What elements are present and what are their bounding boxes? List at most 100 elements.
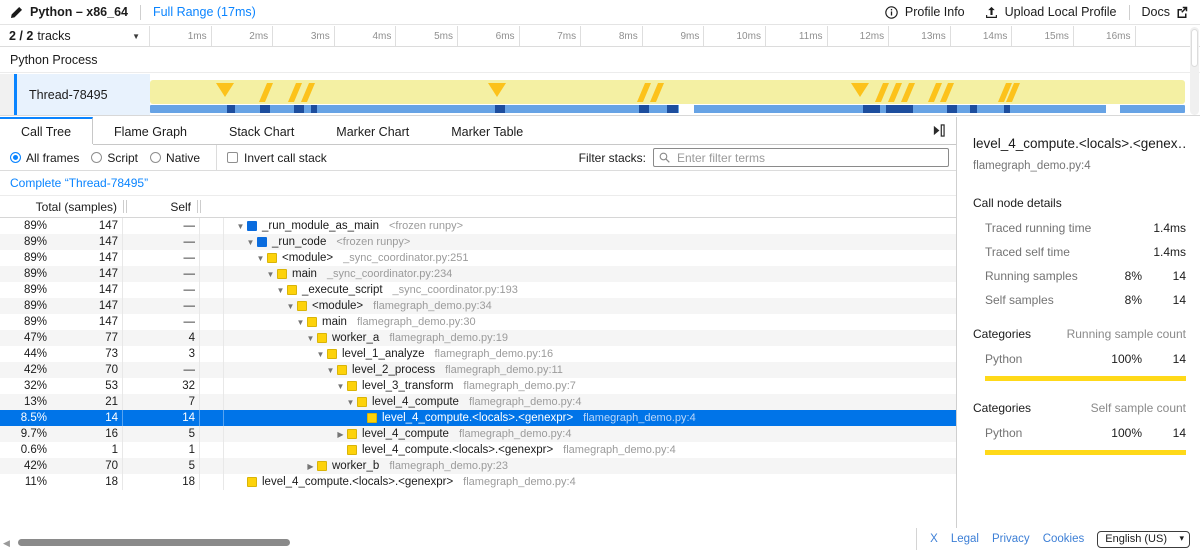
table-row[interactable]: 0.6%11level_4_compute.<locals>.<genexpr>… <box>0 442 956 458</box>
details-sidebar: level_4_compute.<locals>.<genex… flamegr… <box>956 117 1200 550</box>
table-row[interactable]: 8.5%1414level_4_compute.<locals>.<genexp… <box>0 410 956 426</box>
table-row[interactable]: 89%147—▼_run_module_as_main<frozen runpy… <box>0 218 956 234</box>
sample-dark-segment <box>260 105 270 113</box>
radio-all-frames-label[interactable]: All frames <box>26 151 79 165</box>
collapse-arrow-icon[interactable]: ▼ <box>324 366 337 375</box>
edit-pencil-icon[interactable] <box>10 6 23 19</box>
call-node-details: Traced running time1.4msTraced self time… <box>973 221 1186 307</box>
row-total-samples: 147 <box>47 300 122 312</box>
column-total-header[interactable]: Total (samples) <box>0 200 120 214</box>
sidebar-toggle-button[interactable] <box>931 124 946 137</box>
activity-graph[interactable] <box>150 80 1185 104</box>
table-row[interactable]: 9.7%165▶level_4_computeflamegraph_demo.p… <box>0 426 956 442</box>
docs-link[interactable]: Docs <box>1142 5 1188 19</box>
toolbar-divider <box>216 145 217 171</box>
full-range-link[interactable]: Full Range (17ms) <box>153 5 256 19</box>
table-row[interactable]: 44%733▼level_1_analyzeflamegraph_demo.py… <box>0 346 956 362</box>
profile-name: Python – x86_64 <box>30 5 128 19</box>
expand-arrow-icon[interactable]: ▶ <box>334 430 347 439</box>
radio-script-label[interactable]: Script <box>107 151 138 165</box>
function-name: worker_b <box>332 460 379 472</box>
filter-input[interactable] <box>675 150 943 166</box>
row-function-cell: ▶level_4_computeflamegraph_demo.py:4 <box>224 426 956 442</box>
column-resize-handle2[interactable] <box>194 200 204 213</box>
horizontal-scrollbar-thumb[interactable] <box>18 539 290 546</box>
collapse-arrow-icon[interactable]: ▼ <box>314 350 327 359</box>
footer-link-x[interactable]: X <box>930 533 938 545</box>
profile-info-button[interactable]: Profile Info <box>885 5 965 19</box>
row-percent: 89% <box>0 284 47 296</box>
footer-link-privacy[interactable]: Privacy <box>992 533 1030 545</box>
yellow-category-square-icon <box>277 269 287 279</box>
category-row: Python100%14 <box>985 352 1186 366</box>
row-spacer-cell <box>200 346 224 362</box>
calltree-pane: Call TreeFlame GraphStack ChartMarker Ch… <box>0 117 956 550</box>
tab-marker-chart[interactable]: Marker Chart <box>315 117 430 144</box>
filter-search-box[interactable] <box>653 148 949 167</box>
radio-native-label[interactable]: Native <box>166 151 200 165</box>
collapse-arrow-icon[interactable]: ▼ <box>244 238 257 247</box>
table-row[interactable]: 89%147—▼_run_code<frozen runpy> <box>0 234 956 250</box>
language-select[interactable]: English (US) ▾ <box>1097 531 1190 548</box>
table-row[interactable]: 11%1818level_4_compute.<locals>.<genexpr… <box>0 474 956 490</box>
filter-group: Filter stacks: <box>579 148 956 167</box>
collapse-arrow-icon[interactable]: ▼ <box>284 302 297 311</box>
category-bar <box>985 376 1186 381</box>
breadcrumb-root-link[interactable]: Complete “Thread-78495” <box>10 176 148 190</box>
collapse-arrow-icon[interactable]: ▼ <box>294 318 307 327</box>
footer-link-legal[interactable]: Legal <box>951 533 979 545</box>
table-row[interactable]: 32%5332▼level_3_transformflamegraph_demo… <box>0 378 956 394</box>
row-total-samples: 1 <box>47 444 122 456</box>
function-name: level_4_compute.<locals>.<genexpr> <box>382 412 573 424</box>
invert-call-stack-label[interactable]: Invert call stack <box>244 151 327 165</box>
sample-dark-segment <box>227 105 235 113</box>
function-name: main <box>292 268 317 280</box>
tab-flame-graph[interactable]: Flame Graph <box>93 117 208 144</box>
radio-all-frames[interactable] <box>10 152 21 163</box>
vertical-scrollbar-thumb[interactable] <box>1191 29 1198 67</box>
collapse-arrow-icon[interactable]: ▼ <box>254 254 267 263</box>
footer-link-cookies[interactable]: Cookies <box>1043 533 1085 545</box>
sample-dark-segment <box>863 105 880 113</box>
table-row[interactable]: 47%774▼worker_aflamegraph_demo.py:19 <box>0 330 956 346</box>
categories-label: Categories <box>973 401 1031 415</box>
expand-arrow-icon[interactable]: ▶ <box>304 462 317 471</box>
row-spacer-cell <box>200 250 224 266</box>
tracks-dropdown-button[interactable]: 2 / 2 tracks ▼ <box>0 26 150 46</box>
table-row[interactable]: 89%147—▼<module>_sync_coordinator.py:251 <box>0 250 956 266</box>
collapse-arrow-icon[interactable]: ▼ <box>304 334 317 343</box>
row-totals-cell: 42%70 <box>0 458 123 474</box>
time-ticks: 1ms2ms3ms4ms5ms6ms7ms8ms9ms10ms11ms12ms1… <box>150 26 1200 46</box>
table-row[interactable]: 89%147—▼<module>flamegraph_demo.py:34 <box>0 298 956 314</box>
radio-native[interactable] <box>150 152 161 163</box>
table-row[interactable]: 13%217▼level_4_computeflamegraph_demo.py… <box>0 394 956 410</box>
invert-call-stack-checkbox[interactable] <box>227 152 238 163</box>
tab-bar: Call TreeFlame GraphStack ChartMarker Ch… <box>0 117 956 145</box>
table-row[interactable]: 89%147—▼mainflamegraph_demo.py:30 <box>0 314 956 330</box>
collapse-arrow-icon[interactable]: ▼ <box>234 222 247 231</box>
tab-stack-chart[interactable]: Stack Chart <box>208 117 315 144</box>
table-row[interactable]: 89%147—▼_execute_script_sync_coordinator… <box>0 282 956 298</box>
column-resize-handle[interactable] <box>120 200 130 213</box>
table-row[interactable]: 42%70—▼level_2_processflamegraph_demo.py… <box>0 362 956 378</box>
scroll-left-arrow-icon[interactable]: ◀ <box>3 538 10 549</box>
function-name: level_1_analyze <box>342 348 424 360</box>
tab-call-tree[interactable]: Call Tree <box>0 117 93 144</box>
thread-track-label[interactable]: Thread-78495 <box>17 74 150 115</box>
timeline-vertical-scrollbar[interactable] <box>1190 27 1199 115</box>
search-icon <box>659 152 670 163</box>
table-row[interactable]: 42%705▶worker_bflamegraph_demo.py:23 <box>0 458 956 474</box>
row-percent: 9.7% <box>0 428 47 440</box>
collapse-arrow-icon[interactable]: ▼ <box>264 270 277 279</box>
collapse-arrow-icon[interactable]: ▼ <box>344 398 357 407</box>
collapse-arrow-icon[interactable]: ▼ <box>334 382 347 391</box>
radio-script[interactable] <box>91 152 102 163</box>
tab-marker-table[interactable]: Marker Table <box>430 117 544 144</box>
collapse-arrow-icon[interactable]: ▼ <box>274 286 287 295</box>
upload-profile-button[interactable]: Upload Local Profile <box>985 5 1117 19</box>
sample-strip[interactable] <box>150 105 1185 113</box>
thread-activity-track[interactable] <box>150 74 1200 115</box>
column-self-header[interactable]: Self <box>130 200 194 214</box>
table-row[interactable]: 89%147—▼main_sync_coordinator.py:234 <box>0 266 956 282</box>
process-track-header[interactable]: Python Process <box>0 48 1200 73</box>
